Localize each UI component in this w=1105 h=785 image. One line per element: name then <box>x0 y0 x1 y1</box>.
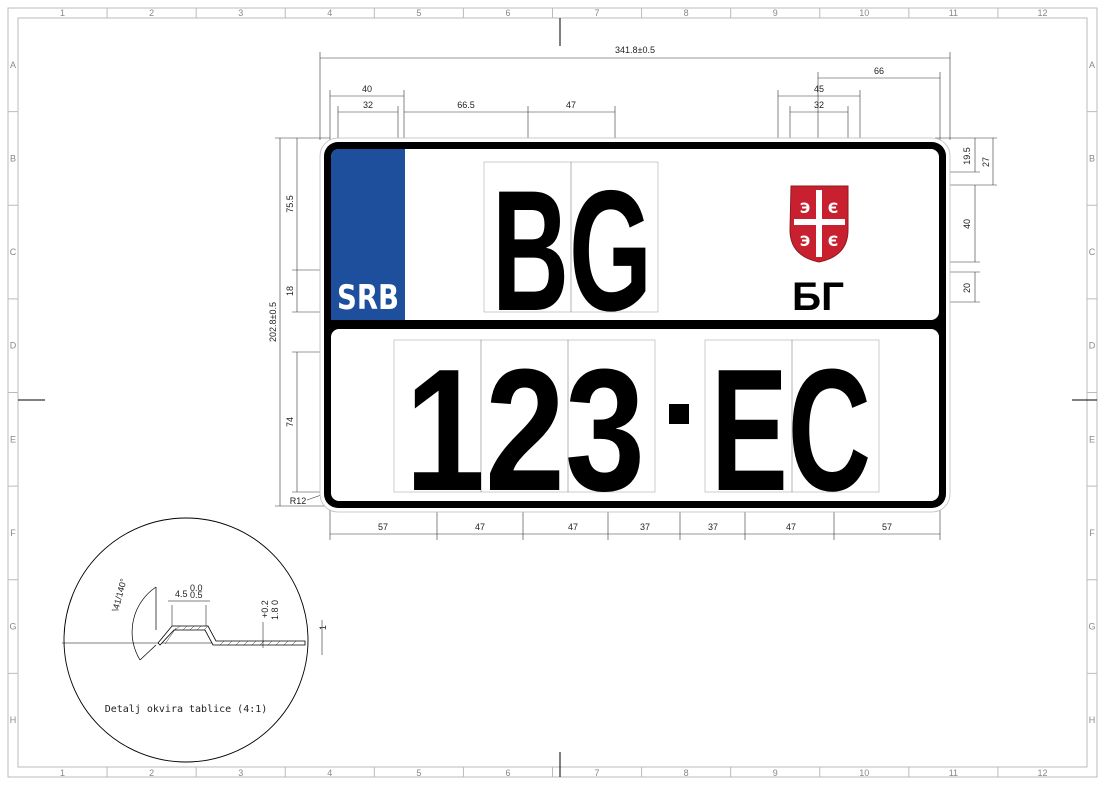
grid-row-label: A <box>1089 60 1095 70</box>
dim-overall-width: 341.8±0.5 <box>615 45 655 55</box>
coat-of-arms-icon: Э Є Э Є <box>789 185 849 263</box>
grid-col-label: 4 <box>327 8 332 18</box>
grid-col-label: 1 <box>60 8 65 18</box>
grid-row-label: D <box>1089 341 1096 351</box>
dim-bottom-57-left: 57 <box>378 522 388 532</box>
grid-row-label: B <box>10 153 16 163</box>
detail-width: 4.5 <box>175 589 188 599</box>
dim-right-offset: 66 <box>874 66 884 76</box>
city-code: BG <box>492 155 652 347</box>
dim-letter-height-bottom: 74 <box>285 417 295 427</box>
svg-text:Э: Э <box>800 234 810 250</box>
grid-row-labels-right: A B C D E F G H <box>1087 60 1097 725</box>
svg-text:Э: Э <box>800 201 810 217</box>
grid-col-label: 9 <box>773 768 778 778</box>
dim-gap-to-letters: 66.5 <box>457 100 475 110</box>
grid-col-label: 10 <box>859 768 869 778</box>
technical-drawing: 1 2 3 4 5 6 7 8 9 10 11 12 1 2 3 4 5 6 7 8 9 10 11 12 ABCDEFGH… <box>7 7 1098 778</box>
grid-col-label: 7 <box>595 768 600 778</box>
svg-text:Є: Є <box>828 201 838 217</box>
dim-overall-height: 202.8±0.5 <box>268 302 278 342</box>
grid-row-label: E <box>10 434 16 444</box>
svg-text:Є: Є <box>828 234 838 250</box>
dim-arms-width: 45 <box>814 84 824 94</box>
grid-col-label: 9 <box>773 8 778 18</box>
dim-cyrillic-height: 20 <box>962 283 972 293</box>
dim-arms-inner: 32 <box>814 100 824 110</box>
grid-row-label: A <box>10 60 16 70</box>
grid-col-label: 5 <box>416 8 421 18</box>
grid-col-label: 3 <box>238 768 243 778</box>
grid-row-label: C <box>10 247 17 257</box>
grid-col-label: 1 <box>60 768 65 778</box>
grid-col-label: 11 <box>949 768 958 778</box>
detail-height: 1.8 0 <box>270 600 280 620</box>
detail-width-tol-lower: 0.5 <box>190 590 203 600</box>
grid-col-label: 12 <box>1037 768 1047 778</box>
frame-detail: \41/140° 4.5 0.0 0.5 +0.2 1.8 0 1 Detalj… <box>62 517 328 763</box>
dim-corner-radius: R12 <box>290 496 307 506</box>
registration-separator <box>669 404 689 424</box>
grid-row-label: C <box>1089 247 1096 257</box>
grid-column-labels-bottom: 1 2 3 4 5 6 7 8 9 10 11 12 <box>60 767 1047 778</box>
detail-thickness: 1 <box>318 625 328 630</box>
license-plate: SRB BG Э Є Э Є БГ 123 EC <box>319 137 951 527</box>
country-code: SRB <box>337 278 399 318</box>
grid-row-label: E <box>1089 434 1095 444</box>
grid-col-label: 6 <box>505 768 510 778</box>
city-code-cyrillic: БГ <box>792 275 844 319</box>
grid-row-label: H <box>10 715 17 725</box>
grid-col-label: 4 <box>327 768 332 778</box>
grid-col-label: 5 <box>416 768 421 778</box>
dim-band-width: 40 <box>362 84 372 94</box>
dim-band-inner: 32 <box>363 100 373 110</box>
grid-column-labels-top: 1 2 3 4 5 6 7 8 9 10 11 12 <box>60 8 1047 18</box>
dim-srb-text-height: 18 <box>285 286 295 296</box>
dim-arms-height: 40 <box>962 219 972 229</box>
dim-right-top-margin: 19.5 <box>962 147 972 165</box>
grid-row-label: D <box>10 341 17 351</box>
grid-row-label: B <box>1089 153 1095 163</box>
grid-col-label: 7 <box>595 8 600 18</box>
grid-col-label: 10 <box>859 8 869 18</box>
grid-row-label: F <box>10 528 16 538</box>
detail-caption: Detalj okvira tablice (4:1) <box>105 704 268 715</box>
grid-col-label: 2 <box>149 8 154 18</box>
grid-row-label: F <box>1089 528 1095 538</box>
dim-right-top-total: 27 <box>981 157 991 167</box>
grid-row-label: H <box>1089 715 1096 725</box>
detail-circle <box>63 517 309 763</box>
dim-bottom-57-right: 57 <box>882 522 892 532</box>
dim-top-row-height: 75.5 <box>285 195 295 213</box>
grid-col-label: 2 <box>149 768 154 778</box>
registration-letters: EC <box>711 332 871 527</box>
grid-col-label: 12 <box>1037 8 1047 18</box>
grid-row-label: G <box>1088 622 1095 632</box>
dim-letter-width-top: 47 <box>566 100 576 110</box>
grid-row-label: G <box>9 622 16 632</box>
grid-col-label: 8 <box>684 8 689 18</box>
grid-col-label: 8 <box>684 768 689 778</box>
grid-col-label: 6 <box>505 8 510 18</box>
grid-row-labels-left: A B C D E F G H <box>8 60 18 725</box>
detail-height-tol: +0.2 <box>260 600 270 618</box>
registration-digits: 123 <box>405 332 645 527</box>
grid-col-label: 11 <box>949 8 958 18</box>
grid-col-label: 3 <box>238 8 243 18</box>
